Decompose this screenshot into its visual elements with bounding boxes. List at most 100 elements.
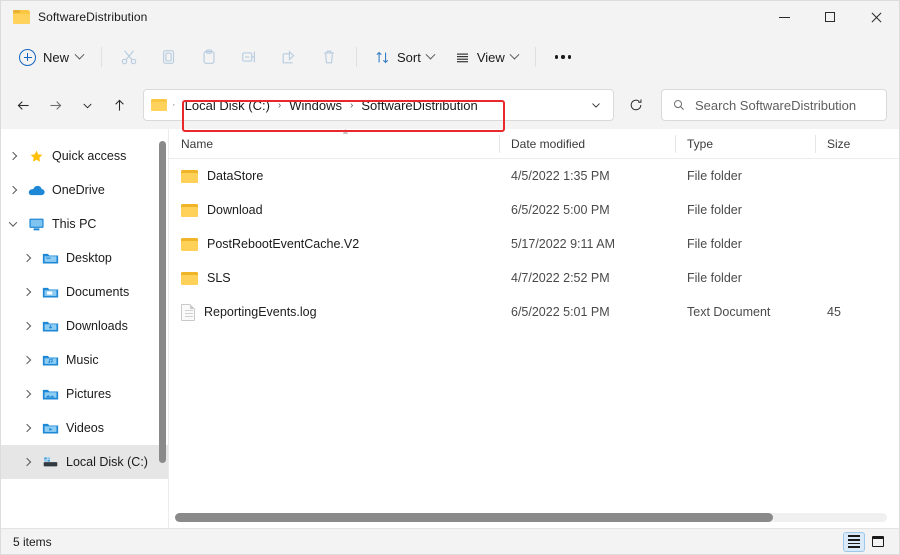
sort-button[interactable]: Sort — [365, 41, 443, 73]
sidebar-item-downloads[interactable]: Downloads — [1, 309, 168, 343]
sidebar-scrollbar[interactable] — [159, 141, 166, 463]
share-button[interactable] — [270, 41, 308, 73]
folder-icon — [181, 237, 198, 251]
back-button[interactable] — [7, 89, 39, 121]
folder-videos-icon — [42, 421, 59, 435]
expand-chevron-icon[interactable] — [15, 357, 39, 363]
ellipsis-icon — [555, 55, 558, 58]
sidebar-scrollbar-thumb[interactable] — [159, 141, 166, 463]
window-controls — [761, 1, 899, 33]
refresh-button[interactable] — [620, 90, 652, 120]
table-row[interactable]: DataStore 4/5/2022 1:35 PM File folder — [169, 159, 899, 193]
refresh-icon — [628, 97, 644, 113]
view-button-label: View — [477, 50, 505, 65]
expand-chevron-icon[interactable] — [15, 391, 39, 397]
breadcrumb-item-windows[interactable]: Windows — [283, 96, 348, 115]
sidebar-item-videos[interactable]: Videos — [1, 411, 168, 445]
sidebar-item-pictures[interactable]: Pictures — [1, 377, 168, 411]
column-header-name[interactable]: Name — [169, 129, 499, 159]
rename-button[interactable] — [230, 41, 268, 73]
drive-icon — [42, 456, 59, 469]
table-row[interactable]: PostRebootEventCache.V2 5/17/2022 9:11 A… — [169, 227, 899, 261]
share-icon — [280, 48, 298, 66]
trash-icon — [320, 48, 338, 66]
paste-button[interactable] — [190, 41, 228, 73]
breadcrumb-item-local-disk[interactable]: Local Disk (C:) — [179, 96, 276, 115]
collapse-chevron-icon[interactable] — [1, 221, 25, 227]
sidebar-item-desktop[interactable]: Desktop — [1, 241, 168, 275]
file-type-cell: File folder — [675, 261, 815, 295]
cut-button[interactable] — [110, 41, 148, 73]
file-explorer-window: SoftwareDistribution New — [0, 0, 900, 555]
sidebar-item-this-pc[interactable]: This PC — [1, 207, 168, 241]
recent-locations-button[interactable] — [71, 89, 103, 121]
arrow-up-icon — [111, 97, 128, 114]
sort-arrows-icon — [374, 49, 391, 66]
up-button[interactable] — [103, 89, 135, 121]
divider — [535, 47, 536, 67]
breadcrumb-separator-icon: · — [172, 99, 176, 111]
star-icon — [29, 149, 44, 164]
column-header-type[interactable]: Type — [675, 129, 815, 159]
column-header-size[interactable]: Size — [815, 129, 899, 159]
horizontal-scrollbar-track[interactable] — [175, 513, 887, 522]
delete-button[interactable] — [310, 41, 348, 73]
file-size-cell — [815, 227, 899, 261]
file-name-label: SLS — [207, 271, 231, 285]
close-button[interactable] — [853, 1, 899, 33]
breadcrumb-separator-icon[interactable]: › — [276, 100, 283, 111]
sort-button-label: Sort — [397, 50, 421, 65]
view-button[interactable]: View — [445, 41, 527, 73]
table-row[interactable]: SLS 4/7/2022 2:52 PM File folder — [169, 261, 899, 295]
table-row[interactable]: Download 6/5/2022 5:00 PM File folder — [169, 193, 899, 227]
chevron-down-icon — [425, 49, 435, 59]
scissors-icon — [120, 48, 138, 66]
expand-chevron-icon[interactable] — [15, 459, 39, 465]
search-box[interactable]: Search SoftwareDistribution — [661, 89, 887, 121]
file-type-cell: File folder — [675, 193, 815, 227]
file-name-label: ReportingEvents.log — [204, 305, 317, 319]
expand-chevron-icon[interactable] — [15, 255, 39, 261]
sidebar-item-quick-access[interactable]: Quick access — [1, 139, 168, 173]
breadcrumb-separator-icon[interactable]: › — [348, 100, 355, 111]
address-bar[interactable]: · Local Disk (C:) › Windows › SoftwareDi… — [143, 89, 614, 121]
details-view-button[interactable] — [843, 532, 865, 552]
sidebar-item-label: Local Disk (C:) — [66, 455, 148, 469]
new-button[interactable]: New — [11, 41, 93, 73]
sidebar-item-music[interactable]: Music — [1, 343, 168, 377]
copy-icon — [160, 48, 178, 66]
sidebar-item-documents[interactable]: Documents — [1, 275, 168, 309]
maximize-button[interactable] — [807, 1, 853, 33]
large-icons-view-icon — [872, 536, 884, 547]
minimize-button[interactable] — [761, 1, 807, 33]
folder-downloads-icon — [39, 319, 61, 333]
expand-chevron-icon[interactable] — [15, 289, 39, 295]
file-date-cell: 4/5/2022 1:35 PM — [499, 159, 675, 193]
table-row[interactable]: ReportingEvents.log 6/5/2022 5:01 PM Tex… — [169, 295, 899, 329]
breadcrumb-item-softwaredistribution[interactable]: SoftwareDistribution — [355, 96, 483, 115]
cloud-icon — [28, 184, 45, 197]
large-icons-view-button[interactable] — [867, 532, 889, 552]
forward-button[interactable] — [39, 89, 71, 121]
column-header-date-modified[interactable]: Date modified — [499, 129, 675, 159]
star-icon — [25, 149, 47, 164]
expand-chevron-icon[interactable] — [1, 153, 25, 159]
file-rows: DataStore 4/5/2022 1:35 PM File folder D… — [169, 159, 899, 506]
file-date-cell: 4/7/2022 2:52 PM — [499, 261, 675, 295]
expand-chevron-icon[interactable] — [15, 323, 39, 329]
file-name-cell: DataStore — [169, 159, 499, 193]
file-name-label: DataStore — [207, 169, 263, 183]
expand-chevron-icon[interactable] — [15, 425, 39, 431]
search-placeholder: Search SoftwareDistribution — [695, 98, 856, 113]
copy-button[interactable] — [150, 41, 188, 73]
horizontal-scrollbar-thumb[interactable] — [175, 513, 773, 522]
file-size-cell — [815, 261, 899, 295]
sidebar-item-label: Documents — [66, 285, 129, 299]
horizontal-scrollbar[interactable] — [169, 506, 899, 528]
sidebar-item-onedrive[interactable]: OneDrive — [1, 173, 168, 207]
view-toggle-group — [843, 532, 895, 552]
sidebar-item-local-disk-c[interactable]: Local Disk (C:) — [1, 445, 168, 479]
address-dropdown-button[interactable] — [581, 91, 611, 119]
more-options-button[interactable] — [544, 41, 582, 73]
expand-chevron-icon[interactable] — [1, 187, 25, 193]
